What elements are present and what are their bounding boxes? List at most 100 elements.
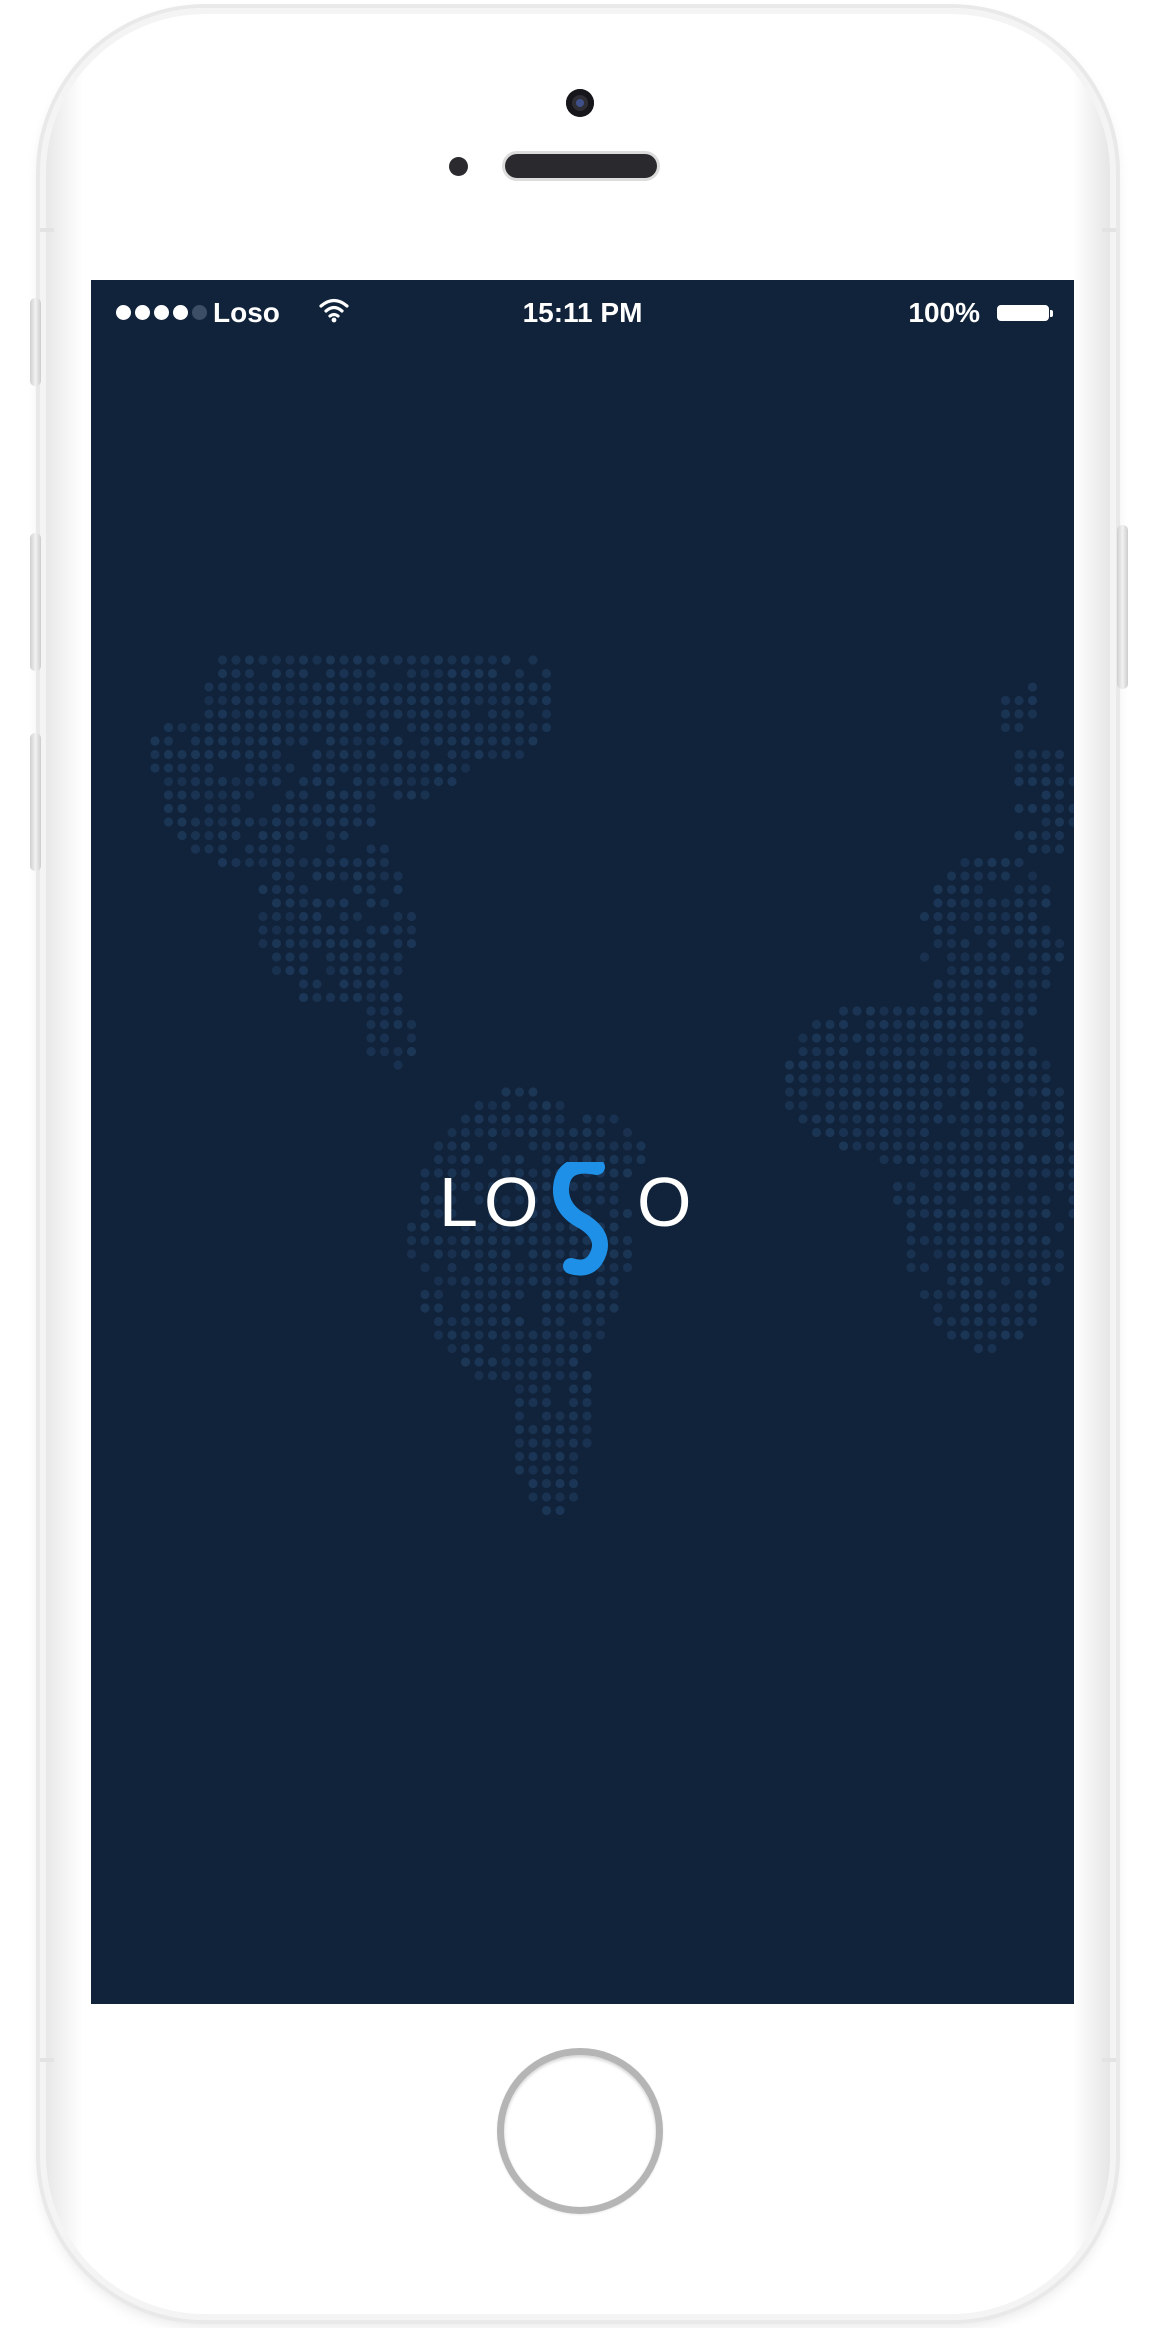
map-dot: [298, 911, 309, 922]
map-dot: [339, 992, 349, 1003]
map-dot: [987, 1100, 997, 1111]
map-dot: [285, 830, 295, 841]
map-dot: [933, 1235, 943, 1246]
map-dot: [460, 655, 471, 665]
map-dot: [568, 1303, 579, 1313]
map-dot: [433, 763, 444, 773]
map-dot: [474, 1100, 484, 1111]
map-dot: [528, 1370, 538, 1381]
map-dot: [339, 830, 349, 841]
map-dot: [339, 668, 349, 679]
map-dot: [204, 722, 214, 733]
map-dot: [555, 1357, 565, 1367]
map-dot: [568, 1127, 579, 1138]
map-dot: [217, 749, 228, 760]
map-dot: [339, 803, 349, 814]
map-dot: [541, 1465, 552, 1475]
map-dot: [528, 722, 538, 733]
map-dot: [352, 749, 363, 760]
volume-down-button: [30, 733, 41, 871]
map-dot: [352, 790, 363, 800]
map-dot: [960, 911, 970, 922]
map-dot: [1027, 1276, 1038, 1286]
map-dot: [325, 992, 336, 1003]
map-dot: [1027, 776, 1038, 787]
map-dot: [231, 655, 241, 665]
map-dot: [1027, 830, 1038, 841]
map-dot: [433, 668, 444, 679]
map-dot: [1054, 1100, 1065, 1111]
map-dot: [1014, 938, 1024, 949]
map-dot: [960, 1127, 970, 1138]
map-dot: [501, 1100, 511, 1111]
map-dot: [946, 1046, 957, 1057]
map-dot: [987, 952, 997, 962]
map-dot: [501, 1370, 511, 1381]
map-dot: [541, 1303, 552, 1313]
map-dot: [582, 1303, 592, 1313]
map-dot: [541, 722, 552, 733]
map-dot: [906, 1141, 916, 1151]
map-dot: [973, 1033, 984, 1043]
map-dot: [1054, 952, 1065, 962]
map-dot: [501, 736, 511, 746]
map-dot: [514, 1330, 525, 1340]
map-dot: [1041, 1208, 1051, 1219]
antenna-line: [40, 2058, 54, 2062]
map-dot: [933, 1289, 943, 1300]
map-dot: [406, 1222, 417, 1232]
map-dot: [541, 1384, 552, 1394]
map-dot: [528, 1127, 538, 1138]
map-dot: [582, 1438, 592, 1448]
map-dot: [1027, 1303, 1038, 1313]
map-dot: [487, 682, 498, 692]
map-dot: [946, 979, 957, 989]
map-dot: [217, 803, 228, 814]
map-dot: [352, 763, 363, 773]
map-dot: [595, 1289, 606, 1300]
map-dot: [892, 1006, 903, 1016]
map-dot: [501, 1343, 511, 1354]
map-dot: [339, 736, 349, 746]
map-dot: [298, 668, 309, 679]
map-dot: [231, 776, 241, 787]
map-dot: [987, 1073, 997, 1084]
map-dot: [487, 1330, 498, 1340]
home-button[interactable]: [497, 2048, 663, 2214]
map-dot: [1054, 1154, 1065, 1165]
map-dot: [528, 682, 538, 692]
map-dot: [352, 803, 363, 814]
map-dot: [987, 911, 997, 922]
map-dot: [1027, 1006, 1038, 1016]
map-dot: [933, 938, 943, 949]
map-dot: [379, 871, 390, 881]
map-dot: [487, 1127, 498, 1138]
map-dot: [933, 1046, 943, 1057]
map-dot: [987, 1168, 997, 1178]
map-dot: [1014, 965, 1024, 976]
map-dot: [366, 898, 376, 908]
map-dot: [1014, 1262, 1024, 1273]
map-dot: [919, 1262, 930, 1273]
map-dot: [568, 1465, 579, 1475]
map-dot: [987, 898, 997, 908]
map-dot: [474, 1114, 484, 1124]
map-dot: [1041, 776, 1051, 787]
map-dot: [919, 1114, 930, 1124]
map-dot: [933, 898, 943, 908]
map-dot: [1014, 898, 1024, 908]
map-dot: [487, 1114, 498, 1124]
map-dot: [1068, 1195, 1074, 1205]
map-dot: [379, 1046, 390, 1057]
map-dot: [555, 1492, 565, 1502]
map-dot: [1000, 1316, 1011, 1327]
map-dot: [379, 722, 390, 733]
map-dot: [973, 1330, 984, 1340]
map-dot: [258, 844, 268, 854]
map-dot: [501, 1289, 511, 1300]
map-dot: [784, 1060, 795, 1070]
map-dot: [973, 898, 984, 908]
map-dot: [352, 911, 363, 922]
map-dot: [1000, 1276, 1011, 1286]
battery-icon: [997, 305, 1053, 321]
